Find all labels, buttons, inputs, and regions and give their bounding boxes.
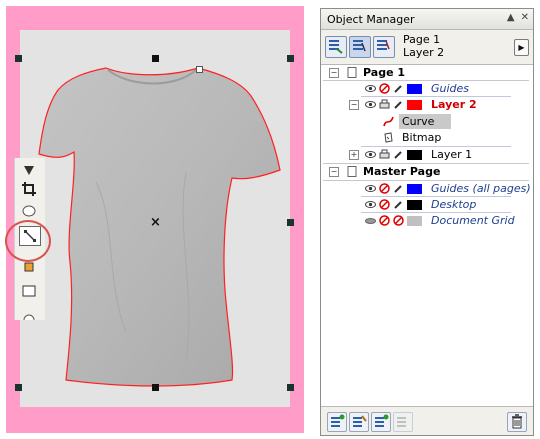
tree-row-document-grid[interactable]: Document Grid: [321, 213, 533, 229]
current-page-label: Page 1: [403, 33, 441, 46]
selection-handle-bottom-right[interactable]: [287, 384, 294, 391]
new-master-layer-button[interactable]: [349, 412, 369, 432]
tree-row-master-page[interactable]: − Master Page: [321, 164, 533, 180]
eye-icon[interactable]: [365, 99, 376, 110]
print-disabled-icon[interactable]: [379, 83, 390, 94]
close-icon[interactable]: ✕: [521, 12, 529, 23]
selection-center-marker[interactable]: ×: [150, 216, 161, 229]
printer-icon[interactable]: [379, 99, 390, 110]
curve-label[interactable]: Curve: [402, 115, 434, 128]
collapse-page1-toggle[interactable]: −: [329, 68, 339, 78]
panel-title-bar: Object Manager ▲ ✕: [321, 9, 533, 30]
new-master-layer-all-pages-button[interactable]: [371, 412, 391, 432]
edit-pencil-icon[interactable]: [393, 99, 404, 110]
desktop-color-swatch[interactable]: [407, 200, 422, 210]
expand-layer1-toggle[interactable]: +: [349, 150, 359, 160]
guides-color-swatch[interactable]: [407, 84, 422, 94]
edit-pencil-icon[interactable]: [393, 183, 404, 194]
flyout-menu-button[interactable]: ▶: [514, 39, 529, 56]
guides-all-color-swatch[interactable]: [407, 184, 422, 194]
object-manager-panel: Object Manager ▲ ✕ Page 1 Layer 2 ▶ − Pa…: [320, 8, 534, 436]
delete-button[interactable]: [507, 412, 527, 432]
object-tree: − Page 1 Guides − Layer 2 Curve Bitmap +…: [321, 65, 533, 401]
print-disabled-icon[interactable]: [379, 199, 390, 210]
edit-pencil-icon[interactable]: [393, 199, 404, 210]
guides-all-pages-label[interactable]: Guides (all pages): [431, 182, 531, 195]
selection-handle-bottom-left[interactable]: [15, 384, 22, 391]
collapse-icon[interactable]: ▲: [507, 12, 515, 23]
tree-row-layer2[interactable]: − Layer 2: [321, 97, 533, 113]
edit-pencil-icon[interactable]: [393, 83, 404, 94]
document-grid-color-swatch[interactable]: [407, 216, 422, 226]
tree-row-guides-all-pages[interactable]: Guides (all pages): [321, 181, 533, 197]
selection-handle-middle-right[interactable]: [287, 219, 294, 226]
bitmap-label[interactable]: Bitmap: [402, 131, 441, 144]
layer1-label[interactable]: Layer 1: [431, 148, 472, 161]
document-grid-label[interactable]: Document Grid: [431, 214, 515, 227]
tree-row-page1[interactable]: − Page 1: [321, 65, 533, 81]
rectangle-tool-icon[interactable]: [17, 280, 41, 302]
panel-bottom-toolbar: [321, 406, 533, 435]
page-icon: [347, 67, 357, 78]
print-disabled-icon[interactable]: [379, 215, 390, 226]
curve-node-handle[interactable]: [196, 66, 203, 73]
selection-handle-top-middle[interactable]: [152, 55, 159, 62]
edit-across-layers-button[interactable]: [349, 36, 371, 58]
tree-row-bitmap[interactable]: Bitmap: [321, 130, 533, 146]
tree-row-desktop[interactable]: Desktop: [321, 197, 533, 213]
panel-toolbar: Page 1 Layer 2 ▶: [321, 30, 533, 65]
collapse-layer2-toggle[interactable]: −: [349, 100, 359, 110]
printer-icon[interactable]: [379, 149, 390, 160]
tree-row-layer1[interactable]: + Layer 1: [321, 147, 533, 163]
eye-icon[interactable]: [365, 199, 376, 210]
selection-handle-top-right[interactable]: [287, 55, 294, 62]
eye-icon[interactable]: [365, 83, 376, 94]
tree-row-guides[interactable]: Guides: [321, 81, 533, 97]
current-page-info: Page 1 Layer 2: [403, 33, 444, 59]
show-properties-button[interactable]: [325, 36, 347, 58]
new-master-layer-odd-button[interactable]: [393, 412, 413, 432]
edit-pencil-icon[interactable]: [393, 149, 404, 160]
tree-row-curve[interactable]: Curve: [321, 114, 533, 130]
layer1-color-swatch[interactable]: [407, 150, 422, 160]
master-page-icon: [347, 166, 357, 177]
tshirt-bitmap[interactable]: [36, 62, 290, 388]
highlight-circle: [5, 220, 51, 262]
shape-tool-icon[interactable]: [17, 304, 41, 326]
layer2-label[interactable]: Layer 2: [431, 98, 477, 111]
guides-label[interactable]: Guides: [431, 82, 469, 95]
eye-hidden-icon[interactable]: [365, 215, 376, 226]
master-page-label[interactable]: Master Page: [363, 165, 440, 178]
eye-icon[interactable]: [365, 183, 376, 194]
ellipse-tool-icon[interactable]: [17, 200, 41, 222]
crop-tool-icon[interactable]: [17, 178, 41, 200]
eye-icon[interactable]: [365, 149, 376, 160]
selection-handle-bottom-middle[interactable]: [152, 384, 159, 391]
collapse-master-page-toggle[interactable]: −: [329, 167, 339, 177]
panel-title: Object Manager: [327, 13, 415, 26]
curve-icon: [383, 116, 394, 127]
layer-manager-view-button[interactable]: [373, 36, 395, 58]
bitmap-icon: [384, 132, 393, 143]
new-layer-button[interactable]: [327, 412, 347, 432]
print-disabled-icon[interactable]: [379, 183, 390, 194]
edit-disabled-icon[interactable]: [393, 215, 404, 226]
page1-label[interactable]: Page 1: [363, 66, 405, 79]
layer2-color-swatch[interactable]: [407, 100, 422, 110]
selection-handle-top-left[interactable]: [15, 55, 22, 62]
current-layer-label: Layer 2: [403, 46, 445, 59]
desktop-label[interactable]: Desktop: [431, 198, 476, 211]
